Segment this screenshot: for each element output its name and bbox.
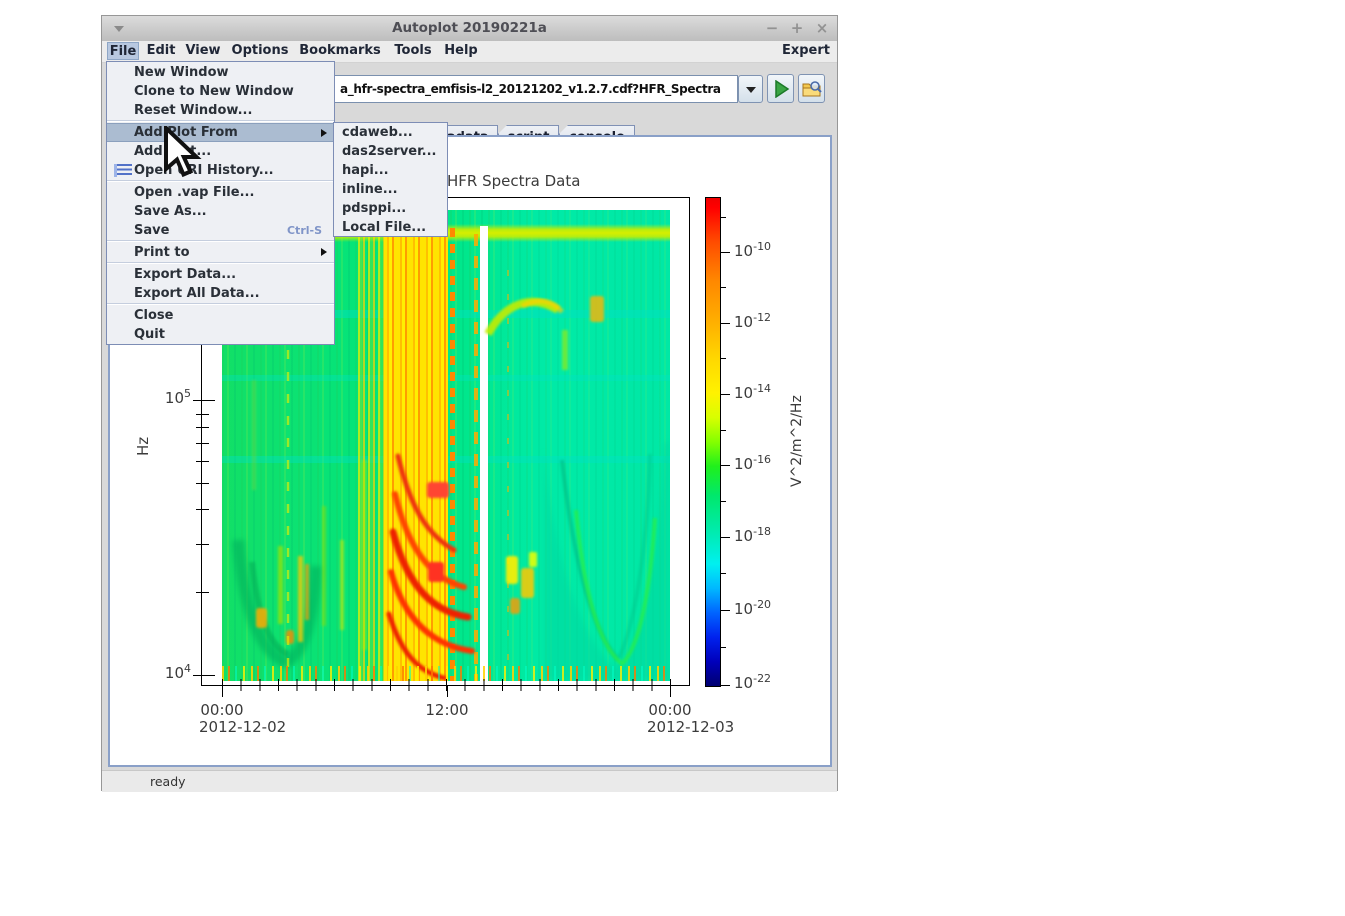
submenu-arrow-icon [321, 248, 327, 256]
menu-bookmarks[interactable]: Bookmarks [298, 42, 382, 60]
cb-tick-1e-20: 10-20 [734, 600, 771, 618]
uri-text[interactable]: a_hfr-spectra_emfisis-l2_20121202_v1.2.7… [340, 82, 721, 96]
uri-dropdown-button[interactable] [738, 75, 763, 103]
menuitem-quit[interactable]: Quit [107, 325, 334, 344]
expert-mode-label[interactable]: Expert [780, 42, 832, 60]
open-file-button[interactable] [798, 74, 825, 103]
menuitem-close[interactable]: Close [107, 306, 334, 325]
status-text: ready [102, 771, 837, 792]
statusbar: ready [102, 770, 837, 792]
submenuitem-pdsppi[interactable]: pdsppi... [334, 199, 447, 218]
cb-tick-1e-14: 10-14 [734, 384, 771, 402]
x-tick-0000-left: 00:00 [198, 701, 246, 719]
menubar: File Edit View Options Bookmarks Tools H… [102, 41, 837, 63]
y-axis-label: Hz [134, 426, 152, 456]
go-button[interactable] [767, 74, 794, 103]
submenuitem-hapi[interactable]: hapi... [334, 161, 447, 180]
menuitem-add-plot-from[interactable]: Add Plot From [107, 123, 334, 142]
play-icon [774, 80, 790, 98]
shortcut-label: Ctrl-S [287, 221, 322, 240]
y-tick-1e4: 104 [150, 664, 191, 682]
menuitem-export-data[interactable]: Export Data... [107, 265, 334, 284]
folder-magnifier-icon [802, 79, 823, 99]
cb-tick-1e-16: 10-16 [734, 455, 771, 473]
menu-edit[interactable]: Edit [143, 42, 179, 60]
cb-tick-1e-22: 10-22 [734, 674, 771, 692]
window-menu-icon[interactable] [114, 26, 124, 32]
cb-tick-1e-18: 10-18 [734, 527, 771, 545]
menuitem-open-vap-file[interactable]: Open .vap File... [107, 183, 334, 202]
y-tick-1e5: 105 [150, 389, 191, 407]
menuitem-add-plot[interactable]: Add Plot... [107, 142, 334, 161]
add-plot-from-submenu: cdaweb... das2server... hapi... inline..… [333, 122, 448, 237]
menuitem-open-uri-history[interactable]: Open URI History... [107, 161, 334, 180]
submenuitem-cdaweb[interactable]: cdaweb... [334, 123, 447, 142]
window-title: Autoplot 20190221a [102, 16, 837, 41]
history-list-icon [114, 164, 132, 177]
menuitem-reset-window[interactable]: Reset Window... [107, 101, 334, 120]
file-menu-popup: New Window Clone to New Window Reset Win… [106, 61, 335, 345]
submenuitem-local-file[interactable]: Local File... [334, 218, 447, 237]
screen: Autoplot 20190221a − + × File Edit View … [0, 0, 1345, 916]
colorbar-axis-label: V^2/m^2/Hz [789, 387, 805, 487]
x-date-right: 2012-12-03 [647, 718, 734, 736]
submenuitem-das2server[interactable]: das2server... [334, 142, 447, 161]
menu-help[interactable]: Help [441, 42, 481, 60]
maximize-button[interactable]: + [787, 16, 807, 41]
menuitem-print-to[interactable]: Print to [107, 243, 334, 262]
minimize-button[interactable]: − [762, 16, 782, 41]
cb-tick-1e-12: 10-12 [734, 313, 771, 331]
close-button[interactable]: × [812, 16, 832, 41]
chevron-down-icon [746, 87, 756, 93]
mouse-cursor [162, 126, 208, 178]
submenu-arrow-icon [321, 129, 327, 137]
colorbar[interactable] [705, 197, 721, 687]
x-date-left: 2012-12-02 [199, 718, 286, 736]
plot-title: HFR Spectra Data [447, 172, 580, 190]
submenuitem-inline[interactable]: inline... [334, 180, 447, 199]
menu-options[interactable]: Options [229, 42, 291, 60]
menuitem-new-window[interactable]: New Window [107, 63, 334, 82]
menuitem-export-all-data[interactable]: Export All Data... [107, 284, 334, 303]
menuitem-save-as[interactable]: Save As... [107, 202, 334, 221]
x-tick-0000-right: 00:00 [646, 701, 694, 719]
cb-tick-1e-10: 10-10 [734, 242, 771, 260]
menuitem-save[interactable]: SaveCtrl-S [107, 221, 334, 240]
menu-file[interactable]: File [107, 42, 139, 60]
menuitem-clone-to-new-window[interactable]: Clone to New Window [107, 82, 334, 101]
menu-view[interactable]: View [182, 42, 224, 60]
x-tick-1200: 12:00 [423, 701, 471, 719]
menu-tools[interactable]: Tools [391, 42, 435, 60]
titlebar[interactable]: Autoplot 20190221a − + × [102, 16, 837, 42]
